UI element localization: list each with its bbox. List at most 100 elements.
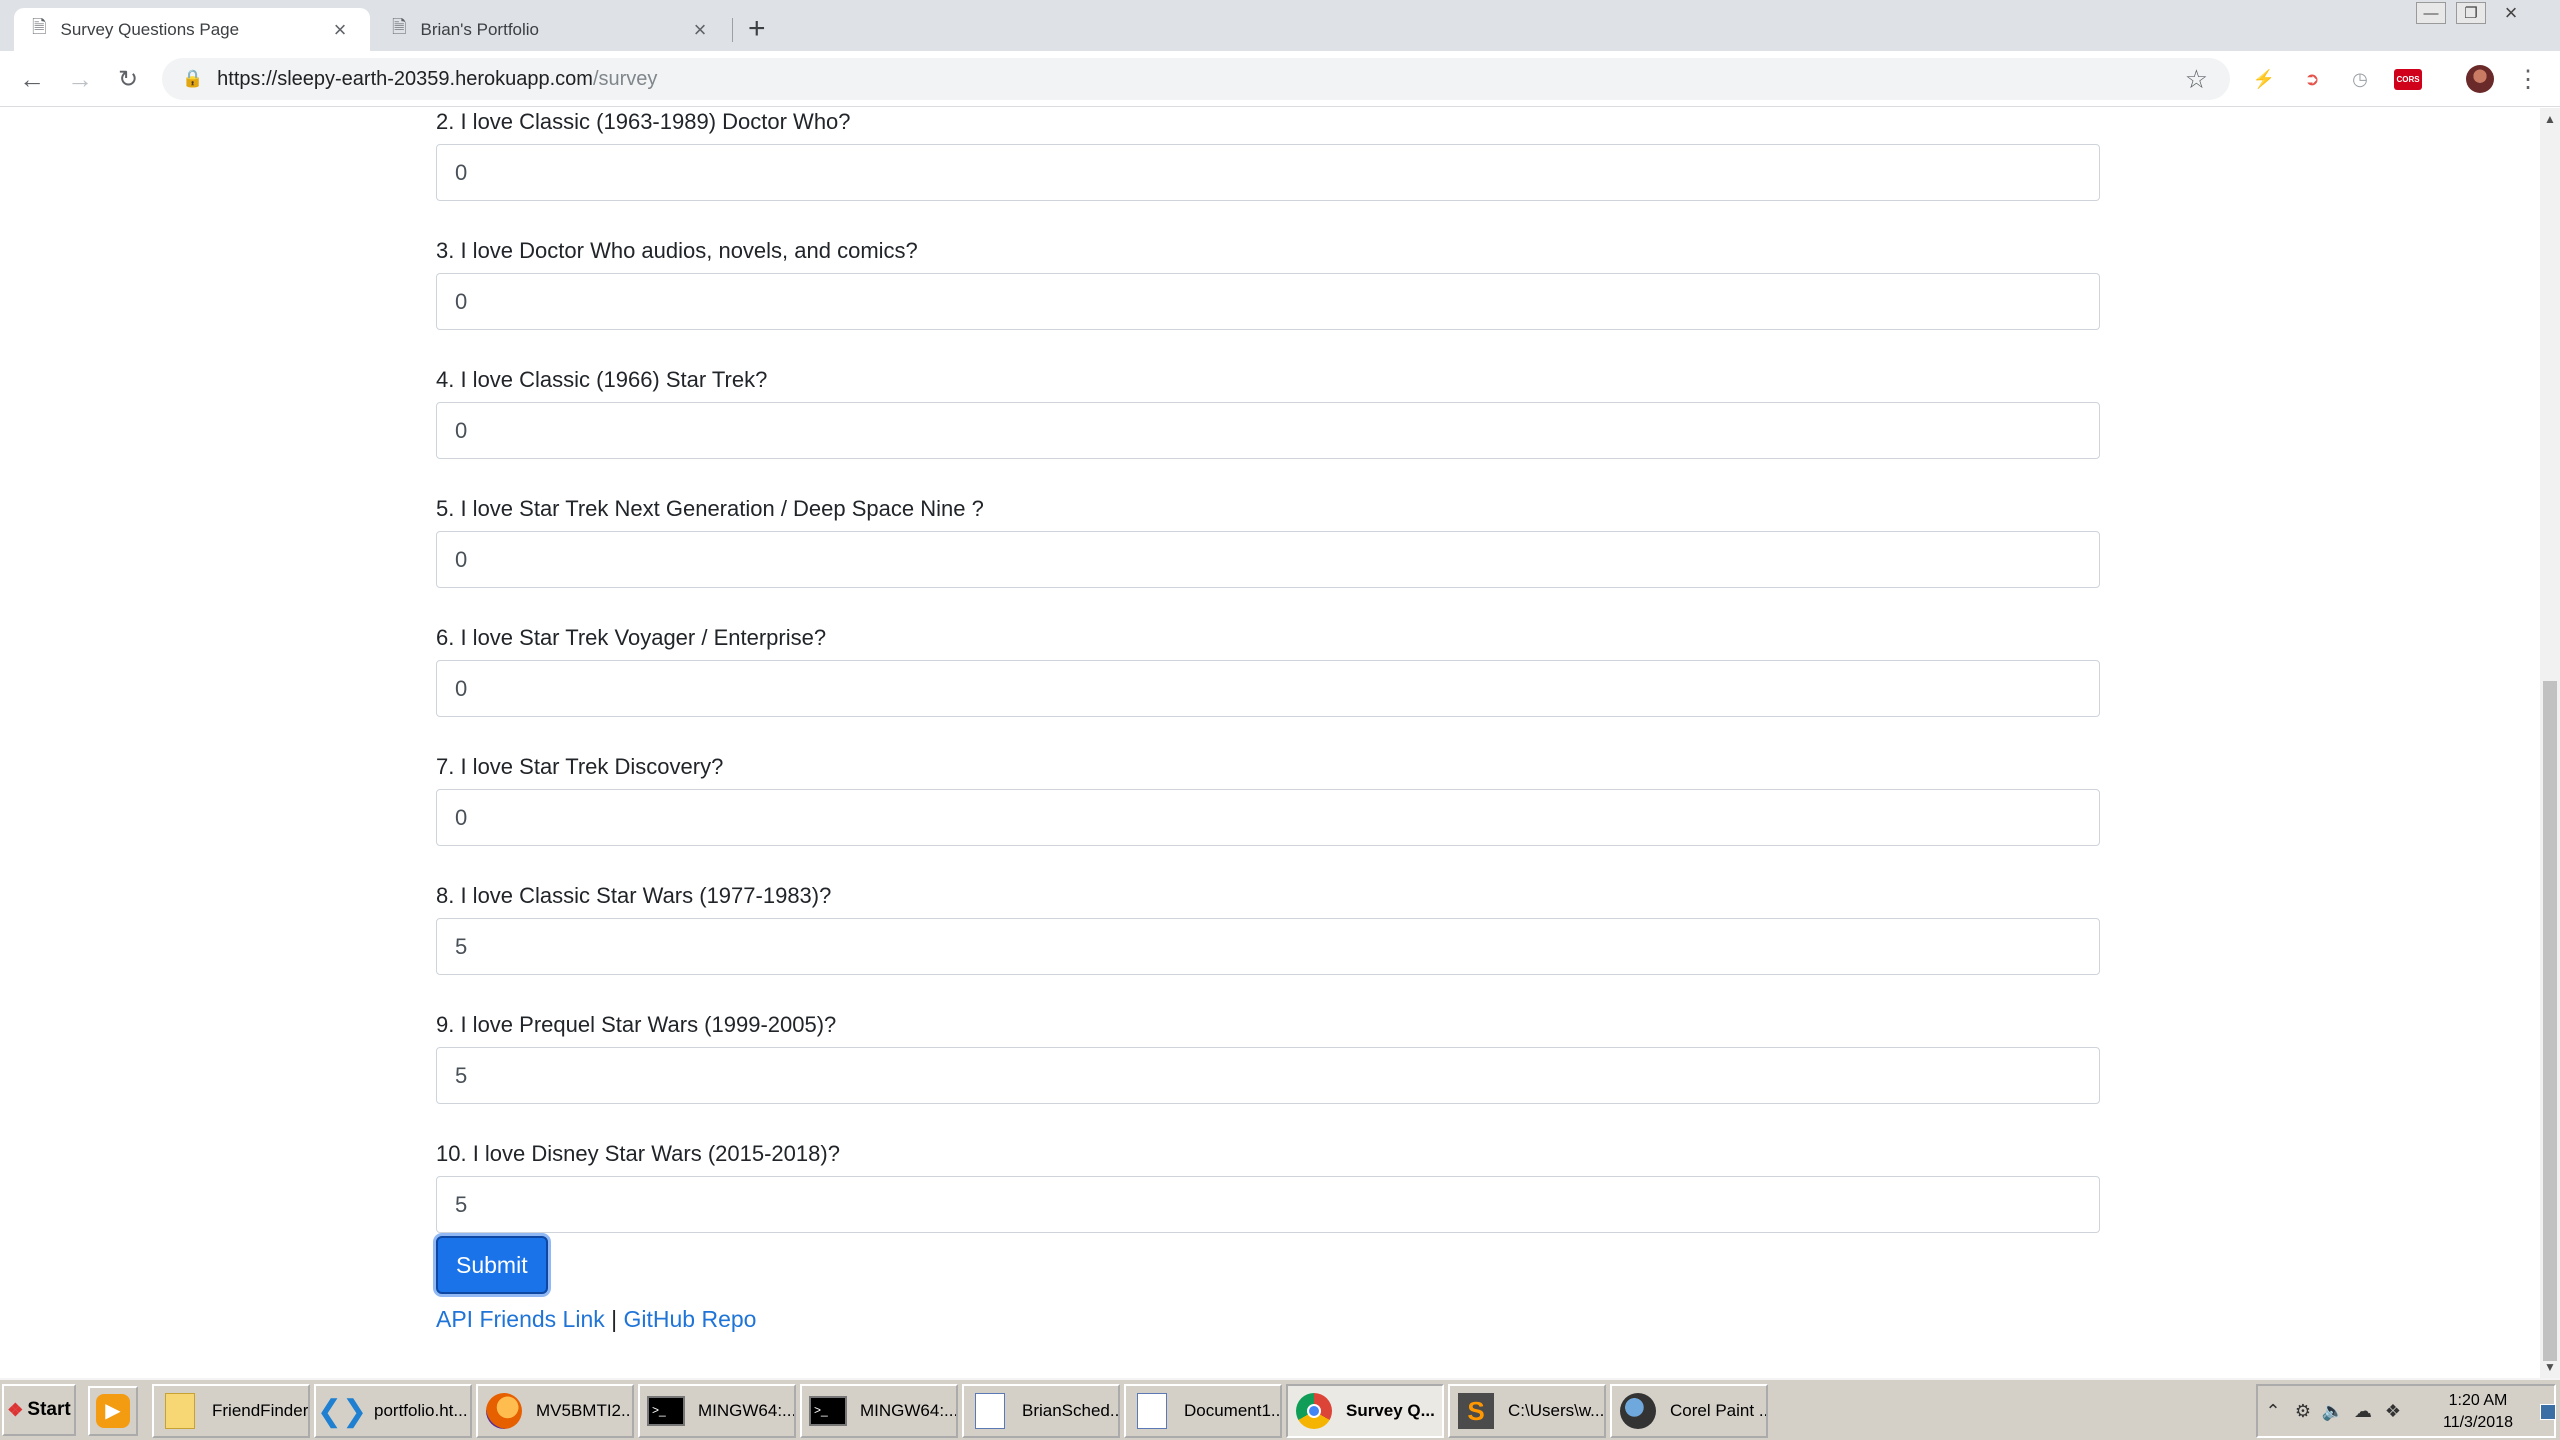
sublime-icon: S bbox=[1456, 1391, 1496, 1431]
question-block: 4. I love Classic (1966) Star Trek? bbox=[436, 366, 2100, 495]
taskbar-item-label: Corel Paint ... bbox=[1670, 1401, 1768, 1420]
taskbar-item-label: MINGW64:... bbox=[860, 1401, 958, 1420]
question-block: 3. I love Doctor Who audios, novels, and… bbox=[436, 237, 2100, 366]
back-arrow-icon[interactable]: ← bbox=[14, 61, 50, 97]
vertical-scrollbar[interactable]: ▲ ▼ bbox=[2540, 108, 2560, 1378]
settings-gear-icon[interactable]: ⚙ bbox=[2288, 1401, 2318, 1422]
start-button[interactable]: ❖ Start bbox=[2, 1384, 76, 1436]
media-player-icon[interactable]: ▶ bbox=[88, 1386, 138, 1436]
terminal-icon: >_ bbox=[808, 1391, 848, 1431]
close-icon[interactable]: × bbox=[328, 17, 352, 43]
browser-tab-strip: 🗎 Survey Questions Page × 🗎 Brian's Port… bbox=[0, 0, 2560, 51]
chrome-icon bbox=[1294, 1391, 1334, 1431]
scroll-down-arrow-icon[interactable]: ▼ bbox=[2540, 1360, 2560, 1374]
taskbar-item-portfolio[interactable]: ❮❯ portfolio.ht... bbox=[314, 1384, 472, 1438]
question-block: 8. I love Classic Star Wars (1977-1983)? bbox=[436, 882, 2100, 1011]
cors-icon[interactable]: CORS bbox=[2394, 65, 2422, 93]
minimize-button[interactable]: — bbox=[2416, 2, 2446, 24]
clock[interactable]: 1:20 AM 11/3/2018 bbox=[2428, 1390, 2528, 1434]
taskbar-item-mingw64-1[interactable]: >_ MINGW64:... bbox=[638, 1384, 796, 1438]
tab-brians-portfolio[interactable]: 🗎 Brian's Portfolio × bbox=[374, 8, 730, 51]
show-desktop-icon[interactable] bbox=[2540, 1404, 2556, 1420]
lock-icon: 🔒 bbox=[182, 69, 204, 88]
question-block: 9. I love Prequel Star Wars (1999-2005)? bbox=[436, 1011, 2100, 1140]
answer-input[interactable] bbox=[436, 531, 2100, 588]
submit-button[interactable]: Submit bbox=[436, 1236, 548, 1294]
clock-icon[interactable]: ◷ bbox=[2346, 65, 2374, 93]
browser-toolbar: ← → ↻ 🔒 https://sleepy-earth-20359.herok… bbox=[0, 51, 2560, 107]
question-label: 7. I love Star Trek Discovery? bbox=[436, 754, 724, 779]
bookmark-star-icon[interactable]: ☆ bbox=[2185, 64, 2208, 95]
survey-form: 2. I love Classic (1963-1989) Doctor Who… bbox=[436, 108, 2100, 1333]
answer-input[interactable] bbox=[436, 789, 2100, 846]
clock-date: 11/3/2018 bbox=[2443, 1414, 2513, 1431]
new-tab-button[interactable]: + bbox=[748, 12, 766, 46]
answer-input[interactable] bbox=[436, 402, 2100, 459]
api-friends-link[interactable]: API Friends Link bbox=[436, 1306, 605, 1332]
clock-time: 1:20 AM bbox=[2448, 1392, 2508, 1409]
tab-survey-questions[interactable]: 🗎 Survey Questions Page × bbox=[14, 8, 370, 51]
page-icon: 🗎 bbox=[392, 16, 407, 37]
taskbar-item-label: portfolio.ht... bbox=[374, 1401, 468, 1420]
bolt-icon[interactable]: ⚡ bbox=[2250, 65, 2278, 93]
scroll-up-arrow-icon[interactable]: ▲ bbox=[2540, 112, 2560, 126]
document-icon bbox=[970, 1391, 1010, 1431]
corel-icon bbox=[1618, 1391, 1658, 1431]
scroll-thumb[interactable] bbox=[2543, 681, 2557, 1361]
menu-kebab-icon[interactable]: ⋮ bbox=[2514, 65, 2542, 93]
answer-input[interactable] bbox=[436, 918, 2100, 975]
close-icon[interactable]: × bbox=[688, 17, 712, 43]
question-label: 3. I love Doctor Who audios, novels, and… bbox=[436, 238, 918, 263]
taskbar-item-friendfinder[interactable]: FriendFinder bbox=[152, 1384, 310, 1438]
avatar[interactable] bbox=[2466, 65, 2494, 93]
question-label: 10. I love Disney Star Wars (2015-2018)? bbox=[436, 1141, 840, 1166]
forward-arrow-icon[interactable]: → bbox=[62, 61, 98, 97]
github-repo-link[interactable]: GitHub Repo bbox=[624, 1306, 757, 1332]
start-label: Start bbox=[27, 1399, 71, 1420]
volume-icon[interactable]: 🔈 bbox=[2318, 1401, 2348, 1422]
page-icon: 🗎 bbox=[32, 16, 47, 37]
answer-input[interactable] bbox=[436, 273, 2100, 330]
taskbar-item-survey[interactable]: Survey Q... bbox=[1286, 1384, 1444, 1438]
taskbar-item-image[interactable]: MV5BMTI2... bbox=[476, 1384, 634, 1438]
question-label: 9. I love Prequel Star Wars (1999-2005)? bbox=[436, 1012, 837, 1037]
close-window-button[interactable]: × bbox=[2496, 0, 2526, 25]
link-separator: | bbox=[611, 1306, 618, 1332]
arrow-icon[interactable]: ➲ bbox=[2298, 65, 2326, 93]
tab-title: Brian's Portfolio bbox=[420, 19, 540, 39]
tab-title: Survey Questions Page bbox=[60, 19, 240, 39]
taskbar-item-corel[interactable]: Corel Paint ... bbox=[1610, 1384, 1768, 1438]
show-hidden-icons-icon[interactable]: ⌃ bbox=[2258, 1401, 2288, 1422]
question-label: 6. I love Star Trek Voyager / Enterprise… bbox=[436, 625, 827, 650]
tab-separator bbox=[732, 18, 733, 42]
taskbar-item-label: FriendFinder bbox=[212, 1401, 309, 1420]
vscode-icon: ❮❯ bbox=[316, 1394, 368, 1428]
question-label: 8. I love Classic Star Wars (1977-1983)? bbox=[436, 883, 832, 908]
answer-input[interactable] bbox=[436, 660, 2100, 717]
terminal-icon: >_ bbox=[646, 1391, 686, 1431]
answer-input[interactable] bbox=[436, 1047, 2100, 1104]
answer-input[interactable] bbox=[436, 144, 2100, 201]
taskbar-item-label: MV5BMTI2... bbox=[536, 1401, 634, 1420]
taskbar-item-label: Survey Q... bbox=[1346, 1401, 1435, 1420]
taskbar-item-label: C:\Users\w... bbox=[1508, 1401, 1605, 1420]
question-block: 6. I love Star Trek Voyager / Enterprise… bbox=[436, 624, 2100, 753]
windows-flag-icon: ❖ bbox=[7, 1399, 24, 1420]
cors-badge: CORS bbox=[2394, 68, 2422, 90]
taskbar-item-sublime[interactable]: S C:\Users\w... bbox=[1448, 1384, 1606, 1438]
reload-icon[interactable]: ↻ bbox=[110, 61, 146, 97]
folder-icon bbox=[160, 1391, 200, 1431]
cloud-icon[interactable]: ☁ bbox=[2348, 1401, 2378, 1422]
taskbar-item-label: MINGW64:... bbox=[698, 1401, 796, 1420]
taskbar-item-document1[interactable]: Document1... bbox=[1124, 1384, 1282, 1438]
answer-input[interactable] bbox=[436, 1176, 2100, 1233]
dropbox-icon[interactable]: ❖ bbox=[2378, 1401, 2408, 1422]
taskbar-item-label: Document1... bbox=[1184, 1401, 1282, 1420]
taskbar-item-mingw64-2[interactable]: >_ MINGW64:... bbox=[800, 1384, 958, 1438]
question-block: 7. I love Star Trek Discovery? bbox=[436, 753, 2100, 882]
address-bar[interactable]: 🔒 https://sleepy-earth-20359.herokuapp.c… bbox=[162, 58, 2230, 100]
system-tray: ⌃ ⚙ 🔈 ☁ ❖ 1:20 AM 11/3/2018 bbox=[2256, 1384, 2556, 1438]
taskbar-item-briansched[interactable]: BrianSched... bbox=[962, 1384, 1120, 1438]
question-block: 2. I love Classic (1963-1989) Doctor Who… bbox=[436, 108, 2100, 237]
restore-button[interactable]: ❐ bbox=[2456, 2, 2486, 24]
